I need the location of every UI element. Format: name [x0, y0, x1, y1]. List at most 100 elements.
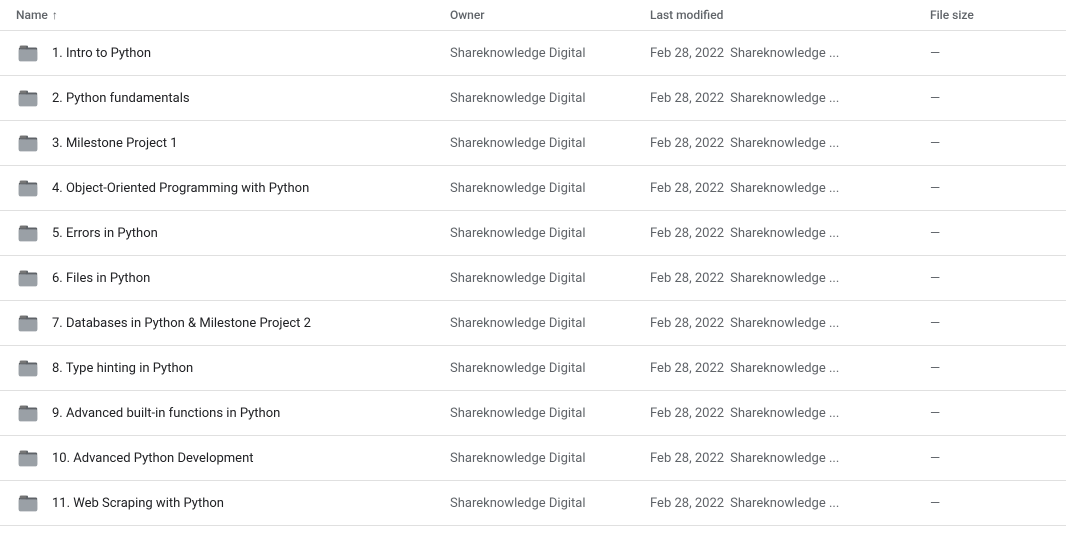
modified-cell: Feb 28, 2022 Shareknowledge ...: [650, 271, 930, 286]
owner-cell: Shareknowledge Digital: [450, 181, 650, 196]
folder-icon: [16, 86, 40, 110]
modified-cell: Feb 28, 2022 Shareknowledge ...: [650, 451, 930, 466]
file-name: 11. Web Scraping with Python: [52, 496, 224, 511]
table-row[interactable]: 5. Errors in Python Shareknowledge Digit…: [0, 211, 1066, 256]
modified-date: Feb 28, 2022: [650, 181, 724, 196]
folder-icon: [16, 41, 40, 65]
name-cell: 8. Type hinting in Python: [16, 356, 450, 380]
size-cell: —: [930, 316, 1050, 331]
modified-date: Feb 28, 2022: [650, 136, 724, 151]
folder-icon: [16, 266, 40, 290]
modified-by: Shareknowledge ...: [730, 226, 839, 241]
owner-cell: Shareknowledge Digital: [450, 271, 650, 286]
table-row[interactable]: 10. Advanced Python Development Sharekno…: [0, 436, 1066, 481]
size-cell: —: [930, 181, 1050, 196]
modified-date: Feb 28, 2022: [650, 46, 724, 61]
size-cell: —: [930, 406, 1050, 421]
folder-icon: [16, 401, 40, 425]
table-row[interactable]: 3. Milestone Project 1 Shareknowledge Di…: [0, 121, 1066, 166]
owner-column-header[interactable]: Owner: [450, 8, 650, 22]
owner-cell: Shareknowledge Digital: [450, 496, 650, 511]
modified-by: Shareknowledge ...: [730, 316, 839, 331]
owner-cell: Shareknowledge Digital: [450, 91, 650, 106]
name-cell: 9. Advanced built-in functions in Python: [16, 401, 450, 425]
size-header-label: File size: [930, 8, 974, 22]
file-name: 3. Milestone Project 1: [52, 136, 178, 151]
owner-cell: Shareknowledge Digital: [450, 136, 650, 151]
modified-date: Feb 28, 2022: [650, 406, 724, 421]
folder-icon: [16, 221, 40, 245]
file-name: 7. Databases in Python & Milestone Proje…: [52, 316, 311, 331]
modified-date: Feb 28, 2022: [650, 226, 724, 241]
modified-by: Shareknowledge ...: [730, 91, 839, 106]
table-row[interactable]: 2. Python fundamentals Shareknowledge Di…: [0, 76, 1066, 121]
modified-by: Shareknowledge ...: [730, 451, 839, 466]
modified-date: Feb 28, 2022: [650, 271, 724, 286]
name-cell: 4. Object-Oriented Programming with Pyth…: [16, 176, 450, 200]
file-name: 9. Advanced built-in functions in Python: [52, 406, 280, 421]
table-row[interactable]: 11. Web Scraping with Python Shareknowle…: [0, 481, 1066, 526]
modified-date: Feb 28, 2022: [650, 91, 724, 106]
size-cell: —: [930, 226, 1050, 241]
name-cell: 6. Files in Python: [16, 266, 450, 290]
file-name: 2. Python fundamentals: [52, 91, 190, 106]
owner-cell: Shareknowledge Digital: [450, 46, 650, 61]
file-name: 8. Type hinting in Python: [52, 361, 193, 376]
modified-cell: Feb 28, 2022 Shareknowledge ...: [650, 316, 930, 331]
modified-by: Shareknowledge ...: [730, 361, 839, 376]
file-name: 1. Intro to Python: [52, 46, 151, 61]
file-name: 5. Errors in Python: [52, 226, 158, 241]
modified-cell: Feb 28, 2022 Shareknowledge ...: [650, 136, 930, 151]
modified-cell: Feb 28, 2022 Shareknowledge ...: [650, 46, 930, 61]
table-row[interactable]: 6. Files in Python Shareknowledge Digita…: [0, 256, 1066, 301]
file-name: 4. Object-Oriented Programming with Pyth…: [52, 181, 309, 196]
file-name: 6. Files in Python: [52, 271, 150, 286]
folder-icon: [16, 356, 40, 380]
modified-header-label: Last modified: [650, 8, 723, 22]
modified-cell: Feb 28, 2022 Shareknowledge ...: [650, 496, 930, 511]
modified-by: Shareknowledge ...: [730, 496, 839, 511]
size-column-header[interactable]: File size: [930, 8, 1050, 22]
modified-date: Feb 28, 2022: [650, 496, 724, 511]
modified-cell: Feb 28, 2022 Shareknowledge ...: [650, 91, 930, 106]
folder-icon: [16, 131, 40, 155]
name-cell: 11. Web Scraping with Python: [16, 491, 450, 515]
table-row[interactable]: 7. Databases in Python & Milestone Proje…: [0, 301, 1066, 346]
folder-icon: [16, 176, 40, 200]
name-header-label: Name: [16, 8, 48, 22]
size-cell: —: [930, 496, 1050, 511]
modified-cell: Feb 28, 2022 Shareknowledge ...: [650, 226, 930, 241]
modified-column-header[interactable]: Last modified: [650, 8, 930, 22]
size-cell: —: [930, 46, 1050, 61]
owner-cell: Shareknowledge Digital: [450, 406, 650, 421]
table-header: Name ↑ Owner Last modified File size: [0, 0, 1066, 31]
modified-cell: Feb 28, 2022 Shareknowledge ...: [650, 181, 930, 196]
modified-date: Feb 28, 2022: [650, 451, 724, 466]
name-cell: 2. Python fundamentals: [16, 86, 450, 110]
table-row[interactable]: 4. Object-Oriented Programming with Pyth…: [0, 166, 1066, 211]
owner-cell: Shareknowledge Digital: [450, 316, 650, 331]
modified-cell: Feb 28, 2022 Shareknowledge ...: [650, 406, 930, 421]
name-column-header[interactable]: Name ↑: [16, 8, 450, 22]
owner-header-label: Owner: [450, 8, 485, 22]
table-row[interactable]: 9. Advanced built-in functions in Python…: [0, 391, 1066, 436]
table-body: 1. Intro to Python Shareknowledge Digita…: [0, 31, 1066, 526]
owner-cell: Shareknowledge Digital: [450, 451, 650, 466]
modified-by: Shareknowledge ...: [730, 136, 839, 151]
name-cell: 3. Milestone Project 1: [16, 131, 450, 155]
table-row[interactable]: 8. Type hinting in Python Shareknowledge…: [0, 346, 1066, 391]
name-cell: 7. Databases in Python & Milestone Proje…: [16, 311, 450, 335]
name-cell: 10. Advanced Python Development: [16, 446, 450, 470]
sort-arrow-icon: ↑: [52, 8, 58, 22]
modified-date: Feb 28, 2022: [650, 361, 724, 376]
table-row[interactable]: 1. Intro to Python Shareknowledge Digita…: [0, 31, 1066, 76]
file-name: 10. Advanced Python Development: [52, 451, 254, 466]
modified-cell: Feb 28, 2022 Shareknowledge ...: [650, 361, 930, 376]
modified-by: Shareknowledge ...: [730, 406, 839, 421]
modified-by: Shareknowledge ...: [730, 271, 839, 286]
modified-by: Shareknowledge ...: [730, 181, 839, 196]
file-table: Name ↑ Owner Last modified File size: [0, 0, 1066, 526]
name-cell: 5. Errors in Python: [16, 221, 450, 245]
folder-icon: [16, 491, 40, 515]
folder-icon: [16, 446, 40, 470]
